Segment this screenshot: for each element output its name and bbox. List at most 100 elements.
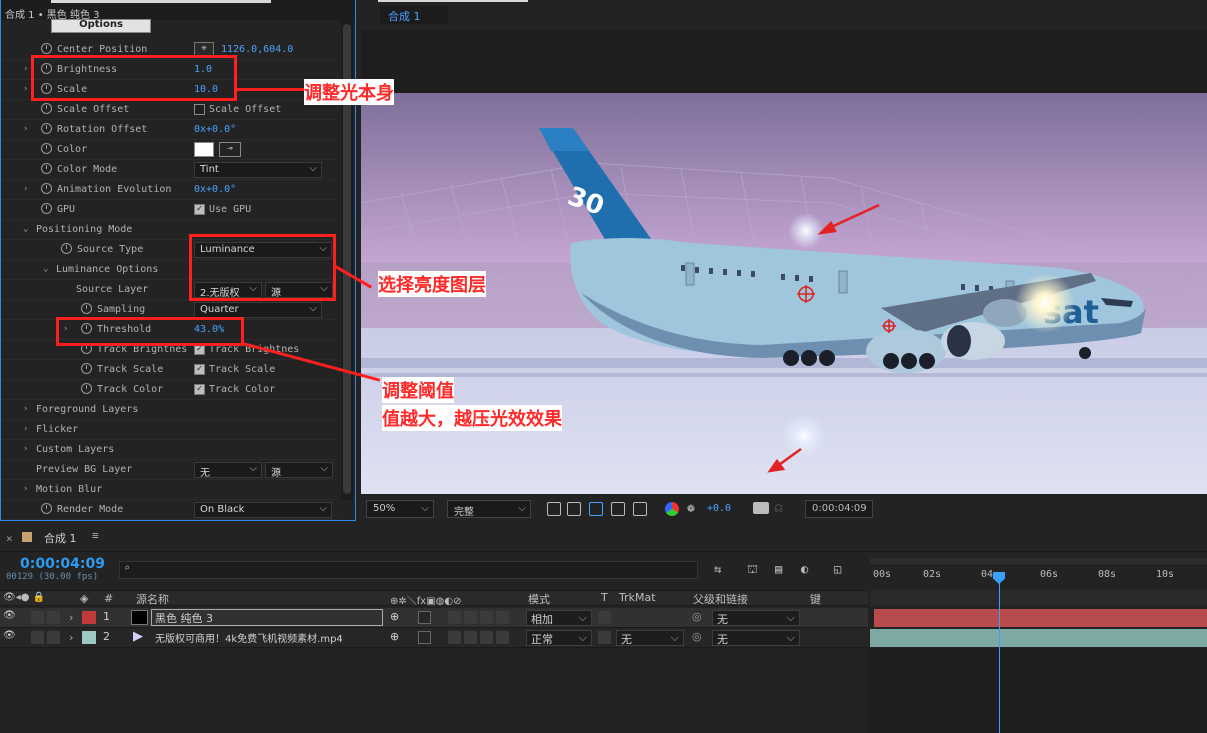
shy-switch-icon[interactable]: ⊕	[390, 610, 399, 623]
checkbox[interactable]: ✓	[194, 364, 205, 375]
solo-toggle[interactable]	[31, 611, 44, 624]
layer-name[interactable]: 黑色 纯色 3	[151, 609, 383, 626]
expand-arrow-icon[interactable]: ›	[23, 424, 28, 434]
prop-value[interactable]: 1126.0,604.0	[221, 44, 293, 55]
preserve-transparency-toggle[interactable]	[598, 611, 611, 624]
snapshot-camera-icon[interactable]	[753, 502, 769, 514]
time-ruler[interactable]: 00s 02s 04 06s 08s 10s	[870, 558, 1207, 590]
stopwatch-icon[interactable]	[41, 123, 52, 134]
expand-arrow-icon[interactable]: ›	[69, 611, 73, 624]
stopwatch-icon[interactable]	[41, 183, 52, 194]
layer-row-1[interactable]: 👁 › 1 黑色 纯色 3 ⊕ 相加 ⌵ ◎ 无 ⌵	[0, 608, 868, 628]
expand-arrow-icon[interactable]: ›	[23, 84, 28, 94]
parent-select[interactable]: 无 ⌵	[712, 610, 800, 626]
resolution-select[interactable]: 完整 ⌵	[447, 500, 531, 518]
viewer-timecode[interactable]: 0:00:04:09	[805, 500, 873, 518]
switch-box[interactable]	[448, 631, 461, 644]
layer-1-duration-bar[interactable]	[874, 609, 1207, 627]
options-button[interactable]: Options	[51, 19, 151, 33]
expand-arrow-icon[interactable]: ›	[23, 404, 28, 414]
layer-2-duration-bar[interactable]	[870, 629, 1207, 647]
transparency-grid-icon[interactable]	[567, 502, 581, 516]
collapse-arrow-icon[interactable]: ⌄	[43, 264, 48, 274]
prop-value[interactable]: 0x+0.0°	[194, 124, 236, 135]
sampling-select[interactable]: Quarter ⌵	[194, 302, 322, 318]
parent-select[interactable]: 无 ⌵	[712, 630, 800, 646]
switch-box[interactable]	[480, 611, 493, 624]
preview-bg-layer-select[interactable]: 无 ⌵	[194, 462, 262, 479]
label-color-swatch[interactable]	[82, 631, 96, 644]
group-motion-blur[interactable]: › Motion Blur	[1, 480, 337, 500]
expand-arrow-icon[interactable]: ›	[23, 484, 28, 494]
checkbox[interactable]: ✓	[194, 204, 205, 215]
playhead-line[interactable]	[999, 572, 1000, 733]
show-snapshot-icon[interactable]: ☊	[775, 501, 782, 515]
render-mode-select[interactable]: On Black ⌵	[194, 502, 332, 518]
hide-shy-layers-icon[interactable]: ▤	[775, 562, 782, 576]
switch-box[interactable]	[496, 611, 509, 624]
expand-arrow-icon[interactable]: ›	[23, 124, 28, 134]
pickwhip-icon[interactable]: ◎	[692, 610, 702, 623]
stopwatch-icon[interactable]	[81, 363, 92, 374]
label-color-swatch[interactable]	[82, 611, 96, 624]
stopwatch-icon[interactable]	[41, 203, 52, 214]
switch-box[interactable]	[496, 631, 509, 644]
close-tab-icon[interactable]: ×	[6, 532, 13, 545]
video-frame[interactable]: sat 30	[361, 93, 1207, 494]
tab-composition-1[interactable]: 合成 1	[380, 6, 448, 24]
expand-arrow-icon[interactable]: ›	[23, 64, 28, 74]
expand-arrow-icon[interactable]: ›	[23, 444, 28, 454]
quality-switch[interactable]	[418, 611, 431, 624]
color-mode-select[interactable]: Tint ⌵	[194, 162, 322, 178]
tab-timeline-composition[interactable]: 合成 1	[44, 530, 77, 546]
tab-menu-icon[interactable]: ≡	[92, 529, 99, 542]
switch-box[interactable]	[448, 611, 461, 624]
fast-previews-icon[interactable]	[547, 502, 561, 516]
expand-arrow-icon[interactable]: ›	[69, 631, 73, 644]
collapse-arrow-icon[interactable]: ⌄	[23, 224, 28, 234]
group-custom-layers[interactable]: › Custom Layers	[1, 440, 337, 460]
switch-box[interactable]	[464, 611, 477, 624]
stopwatch-icon[interactable]	[41, 143, 52, 154]
blend-mode-select[interactable]: 正常 ⌵	[526, 630, 592, 646]
layer-search-input[interactable]: ⌕	[119, 561, 698, 579]
solo-toggle[interactable]	[31, 631, 44, 644]
preview-bg-mask-select[interactable]: 源 ⌵	[265, 462, 333, 479]
mask-path-icon[interactable]	[589, 502, 603, 516]
region-of-interest-icon[interactable]	[611, 502, 625, 516]
zoom-select[interactable]: 50% ⌵	[366, 500, 434, 518]
frame-blending-icon[interactable]: ◐	[801, 562, 808, 576]
layer-name[interactable]: 无版权可商用！4k免费飞机视频素材.mp4	[155, 630, 383, 645]
work-area-bar[interactable]	[870, 558, 1207, 566]
switch-box[interactable]	[464, 631, 477, 644]
stopwatch-icon[interactable]	[41, 43, 52, 54]
preserve-transparency-toggle[interactable]	[598, 631, 611, 644]
stopwatch-icon[interactable]	[41, 503, 52, 514]
switch-box[interactable]	[480, 631, 493, 644]
quality-switch[interactable]	[418, 631, 431, 644]
stopwatch-icon[interactable]	[61, 243, 72, 254]
timeline-timecode[interactable]: 0:00:04:09	[20, 556, 105, 572]
track-matte-select[interactable]: 无 ⌵	[616, 630, 684, 646]
checkbox[interactable]	[194, 104, 205, 115]
color-swatch[interactable]	[194, 142, 214, 157]
pickwhip-icon[interactable]: ◎	[692, 630, 702, 643]
lock-toggle[interactable]	[47, 611, 60, 624]
prop-value[interactable]: 0x+0.0°	[194, 184, 236, 195]
stopwatch-icon[interactable]	[81, 303, 92, 314]
col-source-name[interactable]: 源名称	[136, 591, 169, 607]
draft-3d-icon[interactable]: ⛫	[747, 562, 758, 578]
blend-mode-select[interactable]: 相加 ⌵	[526, 610, 592, 626]
visibility-eye-icon[interactable]: 👁	[3, 610, 16, 621]
grid-guides-icon[interactable]	[633, 502, 647, 516]
checkbox[interactable]: ✓	[194, 384, 205, 395]
composition-flowchart-icon[interactable]: ⇆	[714, 562, 721, 576]
stopwatch-icon[interactable]	[81, 383, 92, 394]
channel-icon[interactable]	[665, 502, 679, 516]
eyedropper-icon[interactable]: ⊸	[219, 142, 241, 157]
expand-arrow-icon[interactable]: ›	[23, 184, 28, 194]
stopwatch-icon[interactable]	[41, 163, 52, 174]
exposure-value[interactable]: +0.0	[707, 503, 731, 514]
shy-switch-icon[interactable]: ⊕	[390, 630, 399, 643]
exposure-reset-icon[interactable]: ❁	[687, 501, 695, 516]
